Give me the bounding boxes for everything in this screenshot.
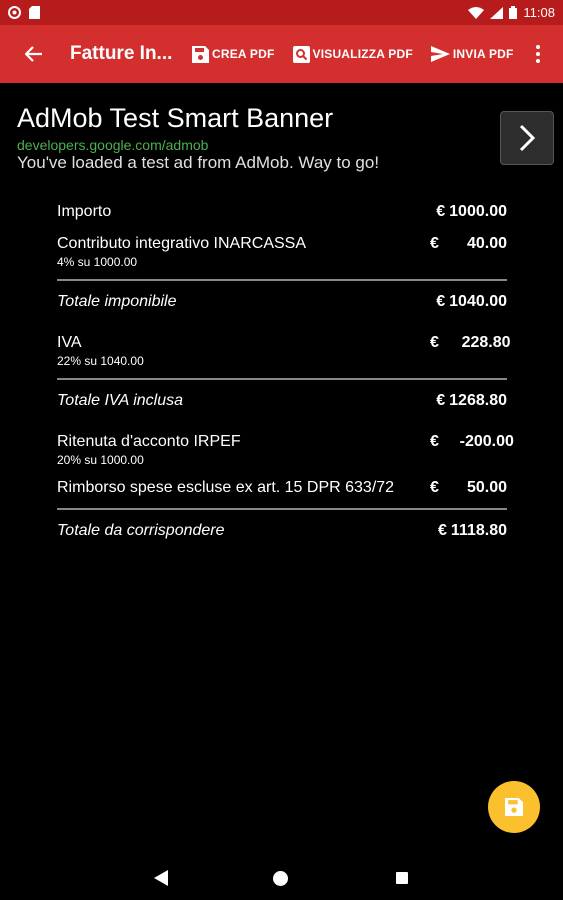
nav-home-icon[interactable]: [273, 871, 288, 886]
visualizza-pdf-label: VISUALIZZA PDF: [312, 47, 413, 61]
status-bar: 11:08: [0, 0, 563, 25]
invia-pdf-label: INVIA PDF: [452, 47, 514, 61]
battery-icon: [509, 6, 518, 19]
row-totale-iva-inclusa: Totale IVA inclusa €1268.80: [57, 392, 507, 410]
row-amount: €1118.80: [438, 522, 507, 539]
notification-circle-icon: [8, 6, 21, 19]
row-sublabel: 4% su 1000.00: [57, 255, 138, 269]
save-icon: [192, 45, 209, 63]
row-totale-imponibile: Totale imponibile €1040.00: [57, 293, 507, 311]
divider: [57, 378, 507, 380]
overflow-menu-icon[interactable]: [528, 45, 548, 63]
search-icon: [292, 45, 310, 63]
crea-pdf-label: CREA PDF: [212, 47, 275, 61]
status-left-icons: [8, 6, 40, 19]
invoice-summary: Importo €1000.00 Contributo integrativo …: [57, 195, 514, 540]
ad-url: developers.google.com/admob: [17, 137, 209, 153]
wifi-icon: [468, 6, 485, 19]
crea-pdf-button[interactable]: CREA PDF: [192, 45, 275, 63]
app-toolbar: Fatture In... CREA PDF VISUALIZZA PDF IN…: [0, 25, 563, 83]
row-totale-corrispondere: Totale da corrispondere €1118.80: [57, 522, 507, 540]
row-rimborso: Rimborso spese escluse ex art. 15 DPR 63…: [57, 479, 507, 497]
save-icon: [505, 798, 523, 816]
send-icon: [430, 46, 450, 62]
row-amount: €1268.80: [436, 392, 507, 409]
ad-text: You've loaded a test ad from AdMob. Way …: [17, 153, 380, 172]
visualizza-pdf-button[interactable]: VISUALIZZA PDF: [292, 45, 413, 63]
status-time: 11:08: [523, 5, 555, 20]
row-amount: € -200.00: [430, 433, 514, 450]
status-right-icons: 11:08: [468, 5, 555, 20]
row-sublabel: 20% su 1000.00: [57, 453, 144, 467]
row-amount: €40.00: [430, 235, 507, 252]
chevron-right-icon: [519, 124, 535, 152]
sd-card-icon: [29, 6, 40, 19]
nav-back-icon[interactable]: [154, 870, 168, 886]
row-amount: €1000.00: [436, 203, 507, 220]
divider: [57, 279, 507, 281]
system-nav-bar: [0, 852, 563, 900]
back-button[interactable]: [12, 25, 56, 83]
row-amount: €228.80: [430, 334, 511, 351]
row-importo: Importo €1000.00: [57, 203, 507, 221]
arrow-back-icon: [25, 46, 42, 62]
toolbar-title: Fatture In...: [70, 43, 173, 64]
divider: [57, 508, 507, 510]
invia-pdf-button[interactable]: INVIA PDF: [430, 46, 514, 62]
row-amount: €50.00: [430, 479, 507, 496]
ad-title: AdMob Test Smart Banner: [17, 103, 334, 133]
row-ritenuta: Ritenuta d'acconto IRPEF 20% su 1000.00 …: [57, 433, 514, 467]
ad-open-button[interactable]: [500, 111, 554, 165]
row-sublabel: 22% su 1040.00: [57, 354, 144, 368]
row-contributo: Contributo integrativo INARCASSA 4% su 1…: [57, 235, 507, 269]
ad-banner[interactable]: AdMob Test Smart Banner developers.googl…: [0, 83, 563, 183]
row-amount: €1040.00: [436, 293, 507, 310]
row-iva: IVA 22% su 1040.00 €228.80: [57, 334, 511, 368]
signal-icon: [490, 6, 504, 19]
nav-recents-icon[interactable]: [396, 872, 408, 884]
save-fab[interactable]: [488, 781, 540, 833]
